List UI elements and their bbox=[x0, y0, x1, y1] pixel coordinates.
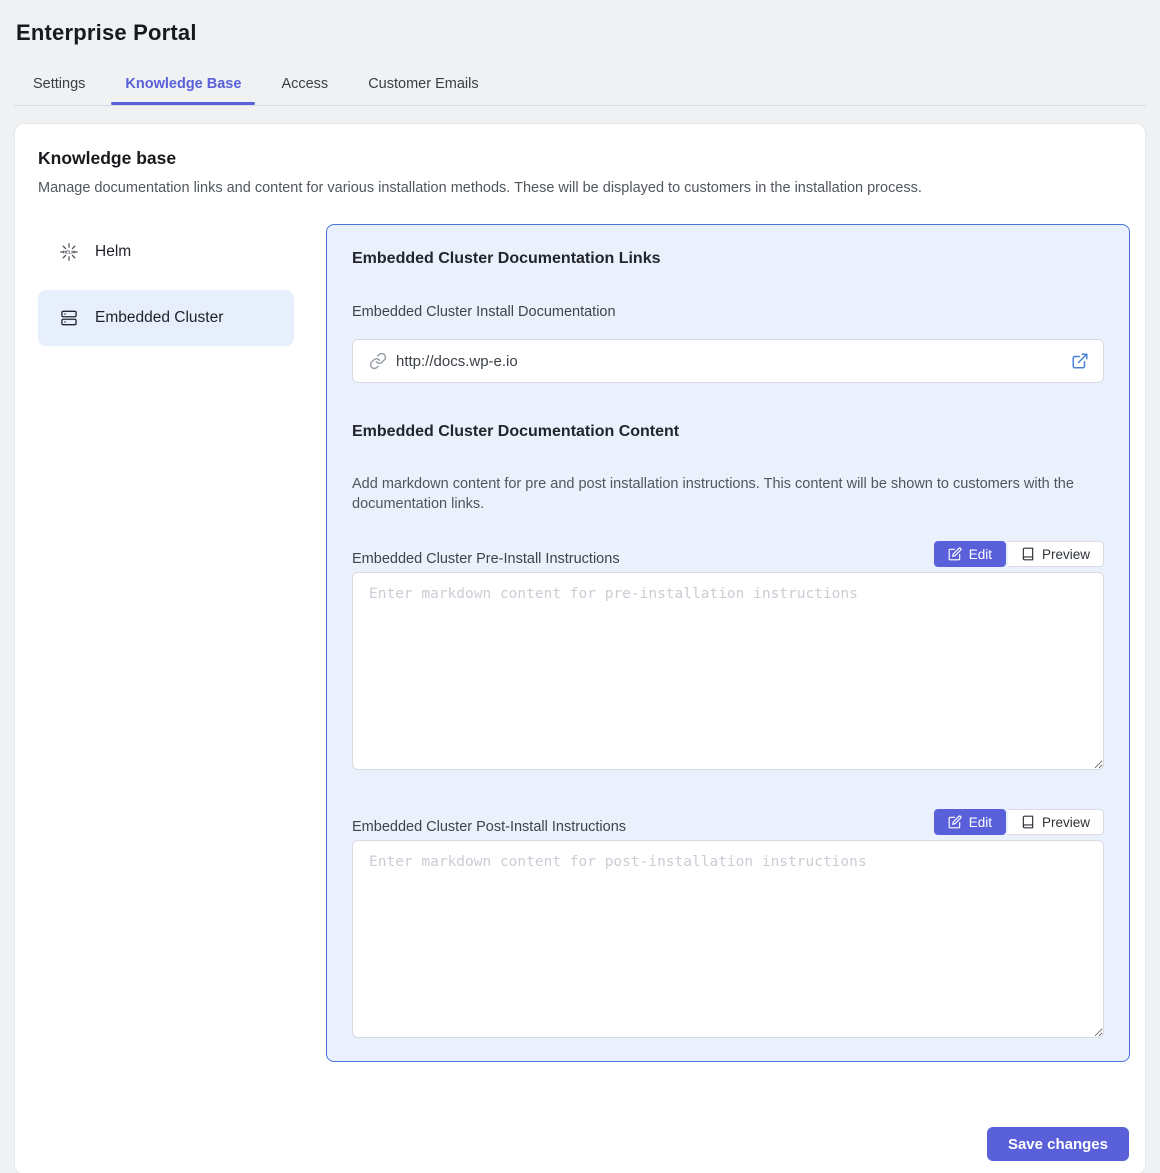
section-heading: Knowledge base bbox=[38, 148, 1130, 169]
sidebar-item-label: Helm bbox=[95, 243, 131, 261]
sidebar-item-label: Embedded Cluster bbox=[95, 309, 223, 327]
pre-install-edit-button[interactable]: Edit bbox=[934, 541, 1006, 567]
preview-button-label: Preview bbox=[1042, 547, 1090, 562]
book-icon bbox=[1021, 547, 1035, 561]
edit-button-label: Edit bbox=[969, 547, 992, 562]
knowledge-base-card: Knowledge base Manage documentation link… bbox=[14, 123, 1146, 1173]
section-description: Manage documentation links and content f… bbox=[38, 180, 1130, 196]
edit-button-label: Edit bbox=[969, 815, 992, 830]
preview-button-label: Preview bbox=[1042, 815, 1090, 830]
install-method-nav: HELM Helm Embedded Cluster bbox=[38, 224, 294, 1062]
install-doc-label: Embedded Cluster Install Documentation bbox=[352, 304, 1104, 320]
tab-bar: Settings Knowledge Base Access Customer … bbox=[0, 62, 1160, 105]
post-install-textarea[interactable] bbox=[352, 840, 1104, 1038]
sidebar-item-helm[interactable]: HELM Helm bbox=[38, 224, 294, 280]
pre-install-textarea[interactable] bbox=[352, 572, 1104, 770]
doc-links-title: Embedded Cluster Documentation Links bbox=[352, 250, 1104, 268]
external-link-icon bbox=[1071, 352, 1089, 370]
helm-icon: HELM bbox=[59, 242, 79, 262]
tab-settings[interactable]: Settings bbox=[19, 62, 99, 105]
svg-text:HELM: HELM bbox=[63, 250, 75, 255]
tab-bar-divider bbox=[14, 105, 1146, 106]
doc-content-description: Add markdown content for pre and post in… bbox=[352, 474, 1104, 514]
tab-knowledge-base[interactable]: Knowledge Base bbox=[111, 62, 255, 105]
save-changes-button[interactable]: Save changes bbox=[987, 1127, 1129, 1161]
edit-pencil-icon bbox=[948, 547, 962, 561]
pre-install-label: Embedded Cluster Pre-Install Instruction… bbox=[352, 551, 620, 567]
enterprise-portal-page: Enterprise Portal Settings Knowledge Bas… bbox=[0, 0, 1160, 1173]
server-stack-icon bbox=[59, 308, 79, 328]
post-install-label: Embedded Cluster Post-Install Instructio… bbox=[352, 819, 626, 835]
post-install-preview-button[interactable]: Preview bbox=[1008, 809, 1104, 835]
doc-content-title: Embedded Cluster Documentation Content bbox=[352, 423, 1104, 441]
link-icon bbox=[369, 352, 387, 370]
edit-pencil-icon bbox=[948, 815, 962, 829]
book-icon bbox=[1021, 815, 1035, 829]
pre-install-mode-toggle: Edit Preview bbox=[934, 541, 1104, 567]
sidebar-item-embedded-cluster[interactable]: Embedded Cluster bbox=[38, 290, 294, 346]
tab-customer-emails[interactable]: Customer Emails bbox=[354, 62, 492, 105]
tab-access[interactable]: Access bbox=[267, 62, 342, 105]
pre-install-preview-button[interactable]: Preview bbox=[1008, 541, 1104, 567]
page-title: Enterprise Portal bbox=[0, 0, 1160, 46]
install-doc-input-row bbox=[352, 339, 1104, 383]
post-install-edit-button[interactable]: Edit bbox=[934, 809, 1006, 835]
embedded-cluster-panel: Embedded Cluster Documentation Links Emb… bbox=[326, 224, 1130, 1062]
post-install-mode-toggle: Edit Preview bbox=[934, 809, 1104, 835]
install-doc-url-input[interactable] bbox=[396, 353, 1062, 370]
open-external-link-button[interactable] bbox=[1071, 352, 1089, 370]
